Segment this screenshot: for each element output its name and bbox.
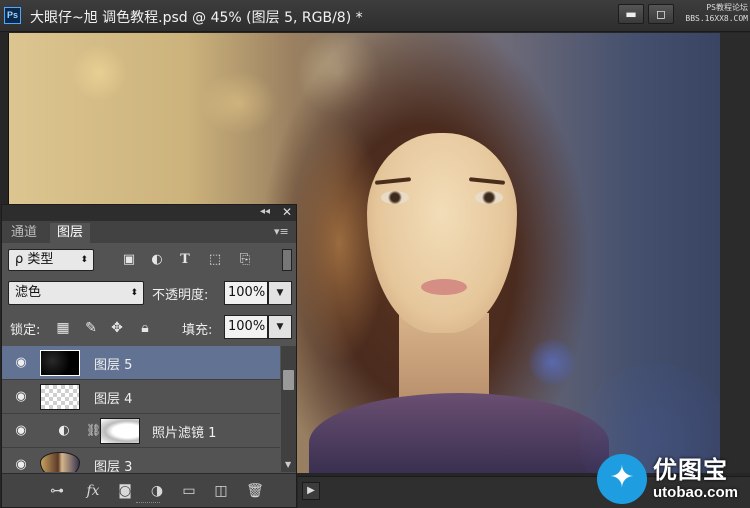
lens-flare-small [529,339,575,385]
canvas-right-gutter [720,33,750,473]
opacity-label: 不透明度: [152,288,209,303]
close-panel-icon[interactable]: ✕ [282,205,292,219]
blend-mode-select[interactable]: 滤色 ⬍ [8,281,144,305]
adjustment-layer-icon: ◐ [58,423,70,438]
layer-row-5[interactable]: ◉ 图层 5 [2,346,280,380]
layer-name: 照片滤镜 1 [152,426,217,441]
blend-row: 滤色 ⬍ 不透明度: 100% ▼ [2,281,296,307]
layer-name: 图层 4 [94,392,133,407]
status-play-button[interactable]: ▶ [302,482,320,500]
scrollbar-thumb[interactable] [283,370,294,390]
type-filter-icon[interactable]: T [176,251,194,269]
new-group-icon[interactable]: ▭ [178,482,200,500]
lock-image-pixels-icon[interactable]: ✎ [82,319,100,337]
lock-row: 锁定: ▦ ✎ ✥ 🔒︎ 填充: 100% ▼ [2,315,296,341]
tab-layers[interactable]: 图层 [50,223,91,243]
layer-thumbnail [40,350,80,376]
delete-layer-icon[interactable]: 🗑︎ [244,482,266,500]
new-layer-icon[interactable]: ◫ [210,482,232,500]
lock-position-icon[interactable]: ✥ [108,319,126,337]
eye-icon[interactable]: ◉ [12,457,30,472]
lock-label: 锁定: [10,323,41,338]
chevron-updown-icon: ⬍ [80,255,88,265]
scroll-down-icon[interactable]: ▼ [285,460,291,469]
photo-lips [421,279,467,295]
eye-icon[interactable]: ◉ [12,389,30,405]
forum-watermark-name: PS教程论坛 [706,3,748,12]
layer-thumbnail [40,384,80,410]
chevron-updown-icon: ⬍ [130,288,138,298]
panel-tabs: 通道 图层 ▾≡ [2,221,296,243]
lock-transparent-pixels-icon[interactable]: ▦ [54,319,72,337]
filter-kind-select[interactable]: ρ 类型 ⬍ [8,249,94,271]
panel-menu-icon[interactable]: ▾≡ [274,225,289,238]
eye-icon[interactable]: ◉ [12,423,30,439]
fx-icon[interactable]: fx [82,482,104,500]
filter-toggle-switch[interactable] [282,249,292,271]
panel-header[interactable]: ◂◂ ✕ [2,205,296,221]
title-bar: Ps 大眼仔~旭 调色教程.psd @ 45% (图层 5, RGB/8) * … [0,0,750,32]
image-filter-icon[interactable]: ▣ [120,251,138,269]
eye-icon[interactable]: ◉ [12,355,30,371]
fill-label: 填充: [182,323,213,338]
layer-list: ◉ 图层 5 ◉ 图层 4 ◉ ◐ ⛓ 照片滤镜 1 ◉ 图层 3 [2,346,280,472]
document-title: 大眼仔~旭 调色教程.psd @ 45% (图层 5, RGB/8) * [30,10,363,26]
blend-mode-value: 滤色 [15,285,42,300]
smart-object-filter-icon[interactable]: ⎘ [236,251,254,269]
layer-name: 图层 3 [94,460,133,472]
forum-watermark: PS教程论坛 BBS.16XX8.COM [676,2,748,24]
panel-resize-grip[interactable] [136,502,160,505]
collapse-panel-icon[interactable]: ◂◂ [260,206,270,217]
new-adjustment-icon[interactable]: ◑ [146,482,168,500]
layer-row-4[interactable]: ◉ 图层 4 [2,380,280,414]
brand-name: 优图宝 [653,456,728,484]
lock-all-icon[interactable]: 🔒︎ [136,319,154,337]
layer-row-3[interactable]: ◉ 图层 3 [2,448,280,472]
layer-list-scrollbar[interactable]: ▼ [281,346,296,472]
fill-input[interactable]: 100% [224,315,268,339]
photo-left-eye [381,191,409,204]
layers-panel: ◂◂ ✕ 通道 图层 ▾≡ ρ 类型 ⬍ ▣ ◐ T ⬚ ⎘ 滤色 ⬍ 不透明度… [1,204,297,508]
maximize-button[interactable]: ◻ [648,4,674,24]
shape-filter-icon[interactable]: ⬚ [206,251,224,269]
layer-name: 图层 5 [94,358,133,373]
panel-footer: ⊶ fx ◙ ◑ ▭ ◫ 🗑︎ [2,473,296,507]
add-mask-icon[interactable]: ◙ [114,482,136,500]
forum-watermark-url: BBS.16XX8.COM [685,14,748,23]
minimize-button[interactable]: ▬ [618,4,644,24]
mask-link-icon[interactable]: ⛓ [86,423,101,437]
filter-kind-label: ρ 类型 [15,252,54,267]
layer-filter-row: ρ 类型 ⬍ ▣ ◐ T ⬚ ⎘ [2,245,296,277]
brand-watermark: ✦ 优图宝 utobao.com [593,446,750,508]
layer-mask-thumbnail[interactable] [100,418,140,444]
twitter-bird-icon: ✦ [597,454,647,504]
photo-right-eye [475,191,503,204]
layer-thumbnail [40,452,80,472]
opacity-dropdown-icon[interactable]: ▼ [268,281,292,305]
opacity-input[interactable]: 100% [224,281,268,305]
photoshop-app-icon: Ps [4,7,21,24]
fill-dropdown-icon[interactable]: ▼ [268,315,292,339]
adjustment-filter-icon[interactable]: ◐ [148,251,166,269]
link-layers-icon[interactable]: ⊶ [46,482,68,500]
brand-url: utobao.com [653,484,738,501]
tab-channels[interactable]: 通道 [4,223,44,243]
layer-row-photo-filter[interactable]: ◉ ◐ ⛓ 照片滤镜 1 [2,414,280,448]
